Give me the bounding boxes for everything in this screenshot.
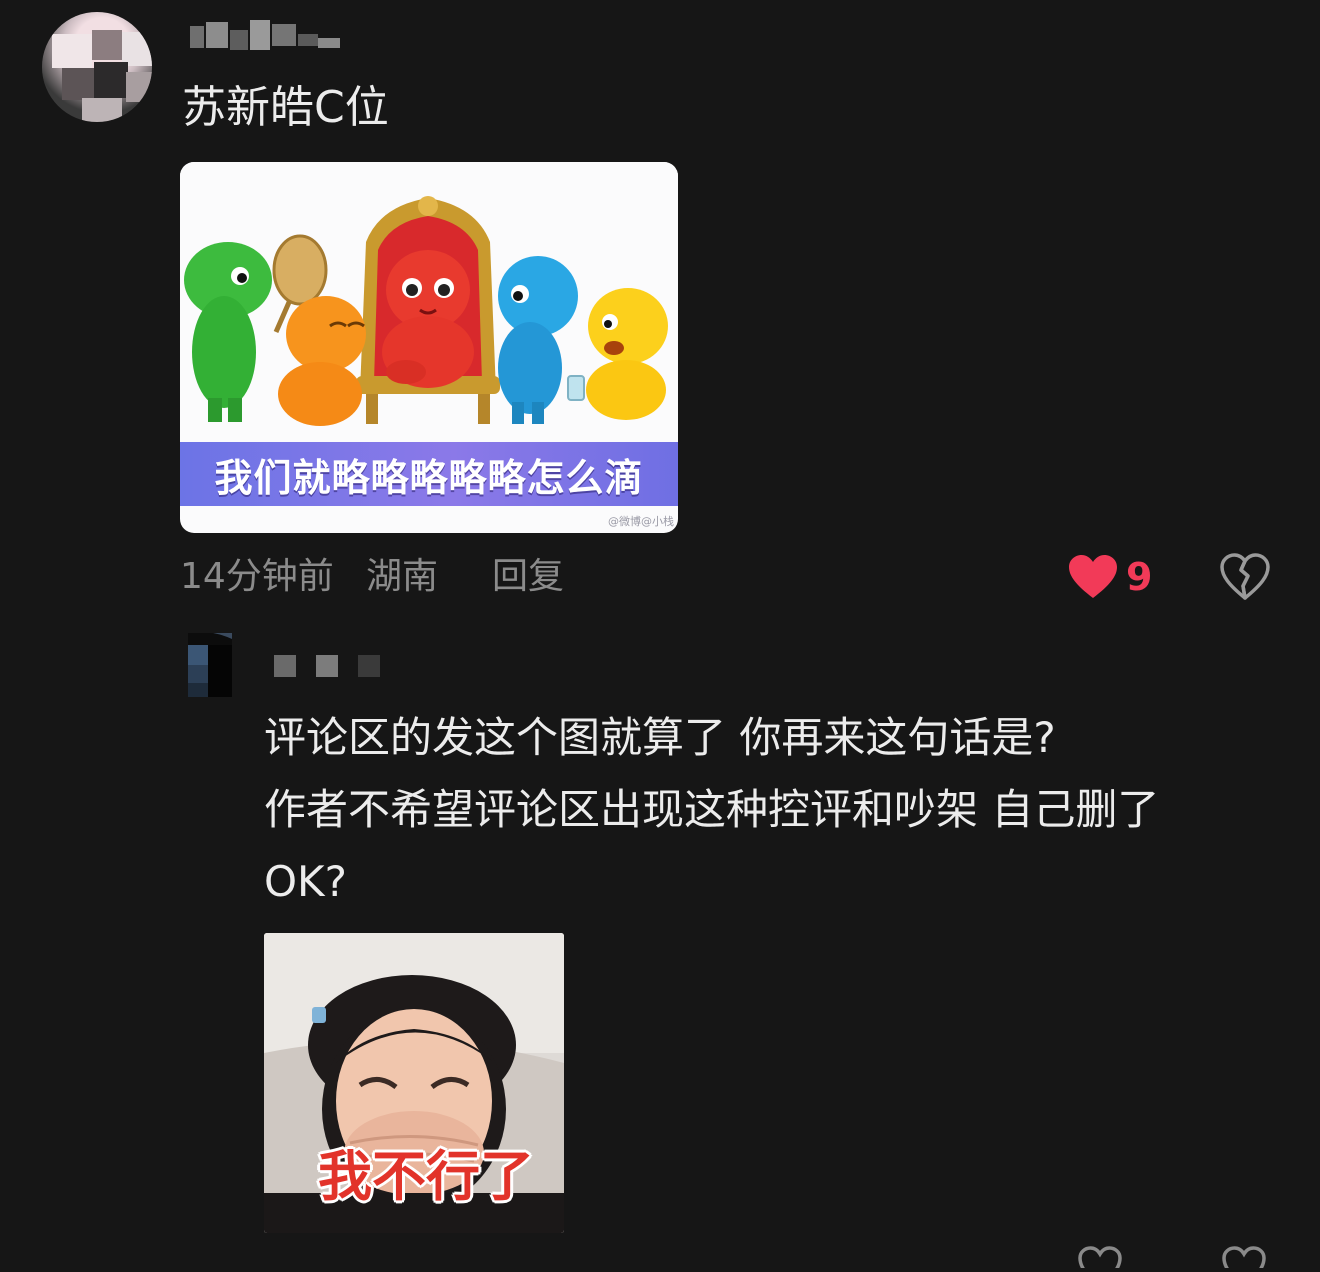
reply-text-line: 作者不希望评论区出现这种控评和吵架 自己删了 (264, 785, 1160, 834)
broken-heart-icon[interactable] (1222, 1246, 1266, 1272)
reply-text-line: 评论区的发这个图就算了 你再来这句话是? (264, 713, 1056, 762)
heart-icon[interactable] (1078, 1246, 1122, 1272)
like-count: 9 (1126, 555, 1153, 599)
reply-username-redacted[interactable] (274, 655, 384, 677)
comment-meta-row: 14分钟前 湖南 回复 9 (180, 552, 1280, 602)
meme-caption: 我们就略略略略略怎么滴 (214, 455, 644, 500)
meme-illustration (180, 162, 678, 452)
reply-text: 评论区的发这个图就算了 你再来这句话是? 作者不希望评论区出现这种控评和吵架 自… (264, 702, 1159, 918)
comment-image[interactable]: 我们就略略略略略怎么滴 @微博@小栈 (180, 162, 678, 533)
reply-image[interactable]: 我不行了 (264, 933, 564, 1233)
comment-time: 14分钟前 (180, 556, 334, 597)
reply-text-line: OK? (264, 857, 347, 906)
comment-text: 苏新皓C位 (182, 82, 389, 133)
commenter-username-redacted[interactable] (190, 20, 340, 54)
reply-button[interactable]: 回复 (492, 552, 564, 602)
broken-heart-icon[interactable] (1220, 553, 1270, 601)
reply-avatar[interactable] (188, 633, 232, 697)
sticker-caption: 我不行了 (318, 1145, 534, 1208)
comment-location: 湖南 (366, 556, 439, 597)
commenter-avatar[interactable] (42, 12, 152, 122)
image-watermark: @微博@小栈 (608, 515, 674, 528)
heart-icon[interactable] (1068, 554, 1118, 600)
meme-caption-bar: 我们就略略略略略怎么滴 (180, 442, 678, 506)
